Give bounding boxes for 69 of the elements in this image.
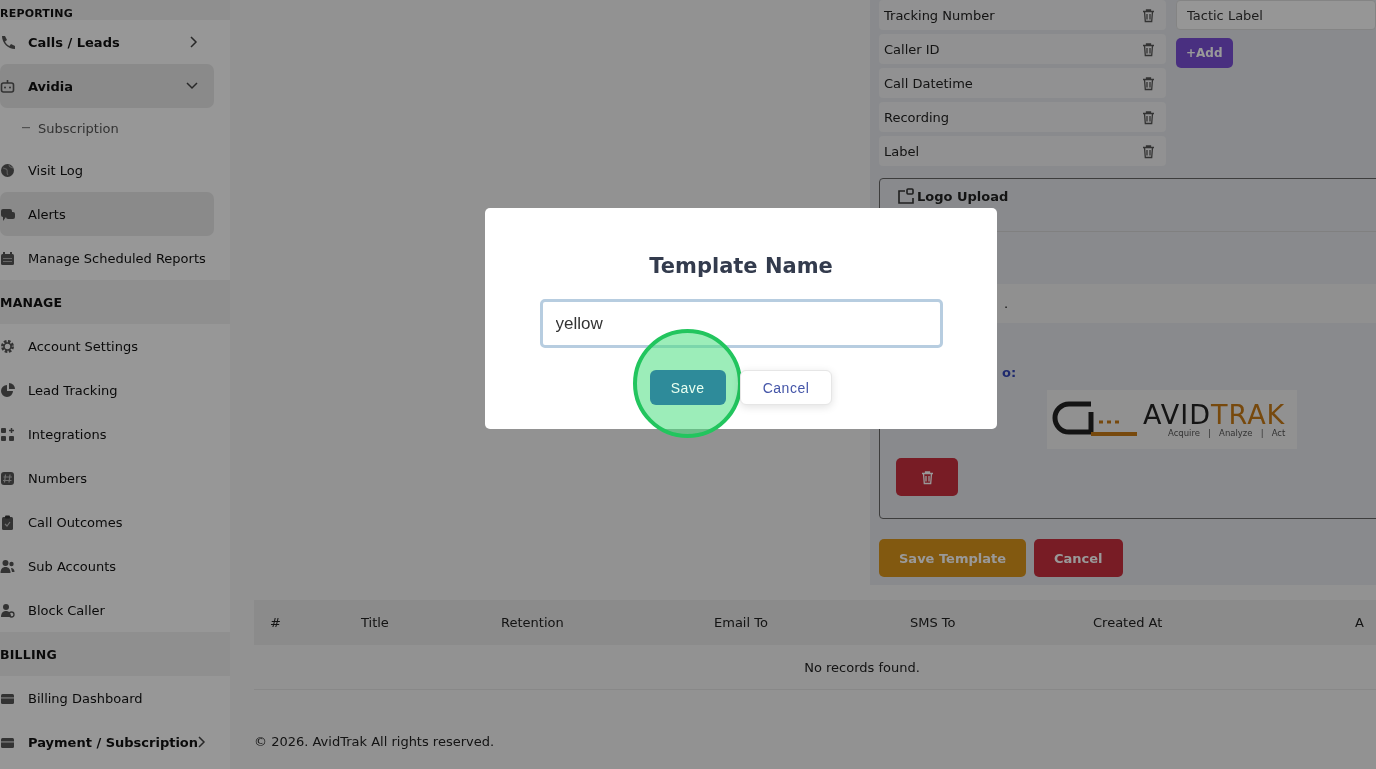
users-icon — [0, 558, 15, 574]
dash-icon — [22, 127, 30, 129]
trash-icon — [1141, 75, 1156, 91]
robot-icon — [0, 78, 15, 94]
file-status-text: . — [1004, 296, 1009, 311]
card-title: Logo Upload — [917, 188, 1009, 204]
field-label: Call Datetime — [884, 75, 973, 91]
field-label: Label — [884, 143, 920, 159]
chat-icon — [0, 206, 15, 222]
template-name-field[interactable]: yellow — [539, 299, 943, 348]
phone-icon — [0, 34, 15, 50]
sidebar-item[interactable]: Avidia — [0, 64, 214, 108]
save-button[interactable]: Save — [649, 370, 726, 405]
footer-text: © 2026. AvidTrak All rights reserved. — [254, 734, 496, 749]
image-upload-icon — [897, 188, 915, 204]
field-label: Tracking Number — [884, 7, 995, 23]
sidebar-item[interactable]: Call Outcomes — [0, 500, 214, 544]
cancel-button[interactable]: Cancel — [1034, 539, 1123, 577]
field-row[interactable]: Caller ID — [879, 34, 1166, 64]
tagline: Acquire | Analyze | Act — [1167, 428, 1286, 438]
hash-icon — [0, 470, 15, 486]
add-button[interactable]: +Add — [1176, 38, 1233, 68]
column-header: Email To — [714, 615, 769, 630]
pie-chart-icon — [0, 382, 15, 398]
field-row[interactable]: Tracking Number — [879, 0, 1166, 30]
section-header: REPORTING — [0, 0, 230, 20]
sidebar-item[interactable]: Alerts — [0, 192, 214, 236]
globe-icon — [0, 162, 15, 178]
column-header: SMS To — [910, 615, 957, 630]
trash-icon — [1141, 41, 1156, 57]
column-header: Created At — [1093, 615, 1164, 630]
calendar-icon — [0, 250, 15, 266]
sidebar-item[interactable]: Integrations — [0, 412, 214, 456]
current-logo-label: o: — [1002, 365, 1018, 380]
text-field[interactable]: Tactic Label — [1176, 0, 1376, 30]
gear-icon — [0, 338, 15, 354]
sidebar-item[interactable]: Sub Accounts — [0, 544, 214, 588]
sidebar-item[interactable]: Block Caller — [0, 588, 214, 632]
field-row[interactable]: Call Datetime — [879, 68, 1166, 98]
empty-message: No records found. — [804, 659, 920, 675]
column-header: A — [1355, 615, 1365, 630]
column-header: Title — [361, 615, 390, 630]
field-row[interactable]: Recording — [879, 102, 1166, 132]
section-header: MANAGE — [0, 280, 230, 324]
trash-icon — [919, 469, 935, 485]
dialog-title: Template Name — [649, 254, 833, 278]
delete-logo-button[interactable] — [896, 458, 958, 496]
trash-icon — [1141, 109, 1156, 125]
clipboard-icon — [0, 514, 15, 530]
sidebar-item[interactable]: Calls / Leads — [0, 20, 214, 64]
delete-button[interactable] — [1141, 75, 1156, 91]
column-header: Retention — [501, 615, 565, 630]
cancel-button[interactable]: Cancel — [739, 370, 833, 405]
grid-plus-icon — [0, 426, 15, 442]
delete-button[interactable] — [1141, 109, 1156, 125]
delete-button[interactable] — [1141, 7, 1156, 23]
trash-icon — [1141, 143, 1156, 159]
section-header: BILLING — [0, 632, 230, 676]
delete-button[interactable] — [1141, 143, 1156, 159]
delete-button[interactable] — [1141, 41, 1156, 57]
field-label: Caller ID — [884, 41, 940, 57]
field-label: Recording — [884, 109, 950, 125]
user-icon — [0, 602, 15, 618]
sidebar-item[interactable]: Account Settings — [0, 324, 214, 368]
sidebar-item[interactable]: Subscription — [0, 108, 214, 148]
brand-name: AVIDTRAK — [1143, 401, 1286, 428]
field-row[interactable]: Label — [879, 136, 1166, 166]
column-header: # — [270, 615, 282, 630]
trash-icon — [1141, 7, 1156, 23]
